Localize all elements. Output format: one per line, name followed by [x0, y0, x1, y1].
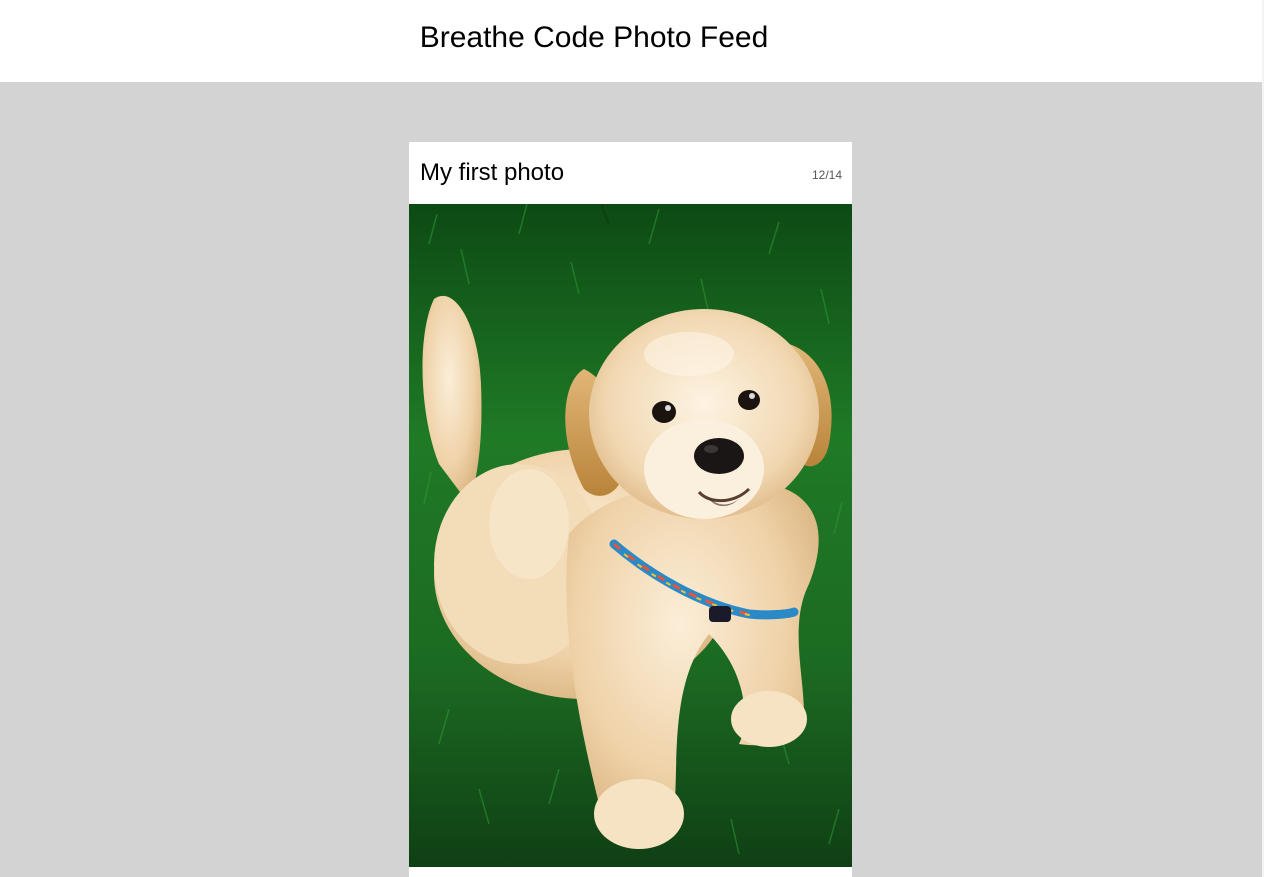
photo-counter: 12/14: [811, 168, 842, 182]
page-header: Breathe Code Photo Feed: [0, 0, 1262, 82]
photo-title: My first photo: [420, 159, 565, 186]
photo-card-header: My first photo 12/14: [409, 142, 852, 204]
page-title: Breathe Code Photo Feed: [419, 21, 769, 54]
puppy-photo: [409, 204, 852, 867]
photo-card: My first photo 12/14: [409, 142, 852, 877]
